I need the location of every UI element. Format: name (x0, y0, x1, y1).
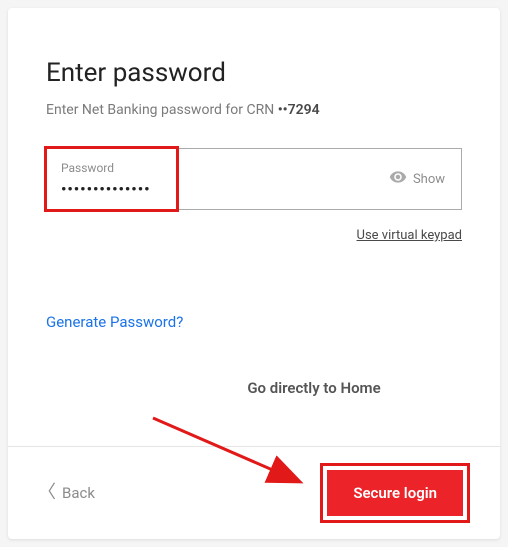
virtual-keypad-link[interactable]: Use virtual keypad (357, 228, 462, 243)
back-button[interactable]: 〈 Back (38, 484, 95, 502)
page-title: Enter password (46, 58, 462, 88)
footer: 〈 Back Secure login (8, 446, 500, 539)
generate-password-link[interactable]: Generate Password? (46, 313, 462, 331)
subtitle: Enter Net Banking password for CRN ••729… (46, 102, 462, 118)
chevron-left-icon: 〈 (38, 484, 56, 502)
password-label: Password (61, 161, 375, 175)
password-input-inner: Password •••••••••••••• (47, 153, 389, 206)
show-label: Show (413, 172, 445, 187)
login-card: Enter password Enter Net Banking passwor… (8, 8, 500, 539)
virtual-keypad-row: Use virtual keypad (46, 224, 462, 243)
eye-icon (389, 168, 407, 190)
password-input-wrapper[interactable]: Password •••••••••••••• Show (46, 148, 462, 210)
show-password-toggle[interactable]: Show (389, 168, 461, 190)
back-label: Back (62, 484, 95, 502)
secure-login-button[interactable]: Secure login (327, 470, 463, 516)
crn-masked-value: ••7294 (278, 102, 320, 118)
password-value[interactable]: •••••••••••••• (61, 180, 150, 198)
go-home-link[interactable]: Go directly to Home (46, 379, 462, 397)
card-content: Enter password Enter Net Banking passwor… (8, 8, 500, 446)
subtitle-text: Enter Net Banking password for CRN (46, 102, 278, 118)
secure-login-highlight-annotation: Secure login (320, 463, 470, 523)
